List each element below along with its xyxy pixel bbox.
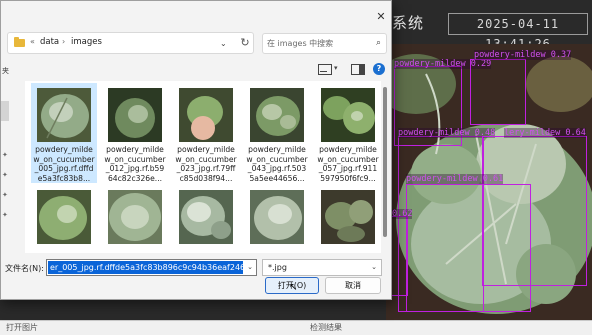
pin-icon[interactable]: ✦ [2, 211, 8, 219]
file-name: powdery_mildew_on_cucumber_043_jpg.rf.50… [246, 145, 308, 183]
open-file-dialog: ✕ « data › images ⌄ ↻ 在 images 中搜索 ⌕ 夹 ▾… [0, 0, 392, 300]
chevron-down-icon: ⌄ [371, 263, 377, 271]
detection-label: powdery-mildew 0.61 [406, 174, 504, 184]
file-list-scrollbar[interactable] [382, 83, 388, 251]
footer-right-label: 检测结果 [310, 323, 342, 332]
chevron-down-icon[interactable]: ⌄ [247, 263, 253, 271]
view-mode-icon[interactable] [318, 64, 332, 75]
file-name: powdery_mildew_on_cucumber_012_jpg.rf.b5… [104, 145, 166, 183]
pin-icon[interactable]: ✦ [2, 151, 8, 159]
file-thumbnail [179, 88, 233, 142]
address-bar[interactable]: « data › images ⌄ [7, 32, 254, 54]
breadcrumb-separator-icon: › [62, 37, 66, 46]
detection-label: 0.62 [392, 209, 413, 219]
file-item[interactable]: powdery_mildew_on_cucumber_005_jpg.rf.df… [31, 83, 97, 183]
detection-result-image: powdery-mildew 0.29 powdery-mildew 0.37 … [386, 44, 592, 320]
file-item[interactable]: powdery_mildew_on_cucumber_043_jpg.rf.50… [244, 83, 310, 183]
file-thumbnail [108, 88, 162, 142]
chevron-down-icon[interactable]: ⌄ [220, 39, 227, 48]
file-thumbnail [250, 190, 304, 244]
file-thumbnail [108, 190, 162, 244]
file-item[interactable] [244, 185, 310, 253]
file-item[interactable] [173, 185, 239, 253]
dialog-toolbar: 夹 ▾ ? [1, 59, 393, 79]
pin-icon[interactable]: ✦ [2, 191, 8, 199]
chevron-down-icon[interactable]: ▾ [334, 64, 338, 72]
detection-label: lery-mildew 0.64 [504, 128, 586, 138]
filetype-select[interactable]: *.jpg ⌄ [262, 259, 382, 276]
detection-label: powdery-mildew 0.37 [474, 50, 572, 60]
detection-box [470, 59, 526, 125]
filename-value: er_005_jpg.rf.dffde5a3fc83b896c9c94b36ea… [48, 261, 243, 274]
filename-label: 文件名(N): [5, 264, 44, 273]
scrollbar-thumb[interactable] [383, 87, 387, 237]
app-footer: 打开图片 检测结果 [0, 320, 592, 335]
breadcrumb-images[interactable]: images [71, 37, 102, 47]
nav-selected-strip[interactable] [1, 101, 9, 121]
file-item[interactable]: powdery_mildew_on_cucumber_023_jpg.rf.79… [173, 83, 239, 183]
nav-section-label: 夹 [2, 67, 9, 75]
file-item[interactable] [315, 185, 381, 253]
breadcrumb-data[interactable]: data [40, 37, 59, 47]
search-input[interactable]: 在 images 中搜索 ⌕ [262, 33, 387, 54]
detection-box [406, 184, 531, 312]
folder-icon [14, 37, 25, 47]
cancel-button[interactable]: 取消 [325, 277, 381, 294]
clock-display: 2025-04-11 13:41:26 [448, 13, 588, 51]
file-name: powdery_mildew_on_cucumber_023_jpg.rf.79… [175, 145, 237, 183]
file-item[interactable]: powdery_mildew_on_cucumber_057_jpg.rf.91… [315, 83, 381, 183]
file-thumbnail [37, 88, 91, 142]
detection-label: powdery-mildew 0.48 [398, 128, 496, 138]
file-name: powdery_mildew_on_cucumber_057_jpg.rf.91… [317, 145, 379, 183]
app-title: 系统 [392, 14, 425, 32]
filename-input[interactable]: er_005_jpg.rf.dffde5a3fc83b896c9c94b36ea… [46, 259, 257, 276]
search-icon: ⌕ [375, 38, 381, 48]
search-placeholder: 在 images 中搜索 [267, 39, 334, 48]
footer-left-label: 打开图片 [6, 323, 38, 332]
close-button[interactable]: ✕ [375, 11, 387, 23]
file-item[interactable]: powdery_mildew_on_cucumber_012_jpg.rf.b5… [102, 83, 168, 183]
file-thumbnail [250, 88, 304, 142]
overflow-chevron-icon[interactable]: « [30, 37, 35, 46]
file-thumbnail [179, 190, 233, 244]
help-icon[interactable]: ? [373, 63, 385, 75]
file-thumbnail [321, 190, 375, 244]
file-item[interactable] [102, 185, 168, 253]
file-thumbnail [321, 88, 375, 142]
file-thumbnail [37, 190, 91, 244]
file-item[interactable] [31, 185, 97, 253]
navigation-pane: ✦ ✦ ✦ ✦ [1, 81, 23, 251]
pin-icon[interactable]: ✦ [2, 171, 8, 179]
mouse-cursor-icon: ↖ [289, 282, 298, 293]
file-list: powdery_mildew_on_cucumber_005_jpg.rf.df… [25, 81, 381, 253]
refresh-icon[interactable]: ↻ [237, 35, 253, 51]
filetype-value: *.jpg [268, 263, 287, 272]
preview-pane-icon[interactable] [351, 64, 365, 75]
file-name: powdery_mildew_on_cucumber_005_jpg.rf.df… [33, 145, 95, 183]
